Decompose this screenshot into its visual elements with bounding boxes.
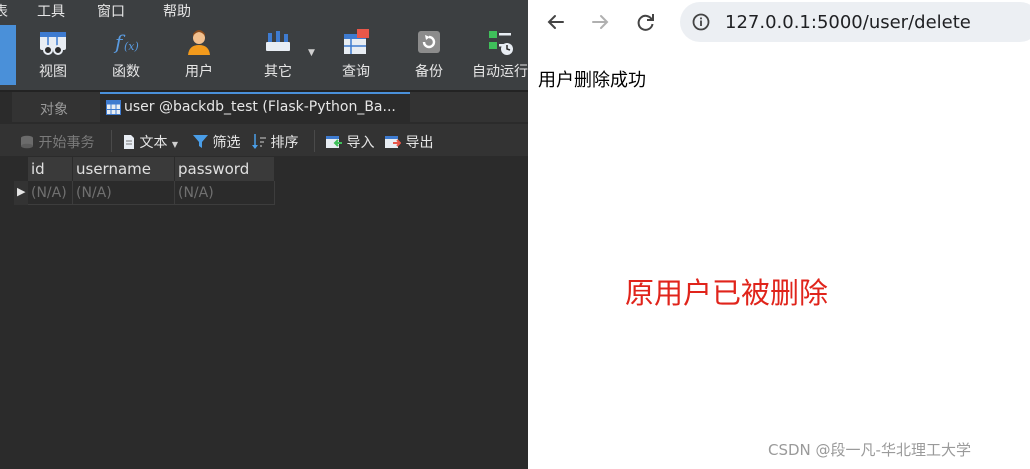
cell-password[interactable]: (N/A) <box>175 181 275 205</box>
sort-icon <box>252 134 270 151</box>
menu-help[interactable]: 帮助 <box>163 1 191 21</box>
begin-transaction-label: 开始事务 <box>38 135 95 151</box>
tab-user-table-label: user @backdb_test (Flask-Python_Ba... <box>124 99 396 115</box>
forward-button[interactable] <box>588 10 612 34</box>
toolbar-user-button[interactable]: 用户 <box>169 28 229 86</box>
export-icon <box>385 135 405 151</box>
table-icon <box>106 100 121 119</box>
tab-objects[interactable]: 对象 <box>40 99 68 119</box>
info-icon[interactable] <box>692 13 710 35</box>
toolbar-other-button[interactable]: 其它 ▼ <box>248 28 315 86</box>
cell-username[interactable]: (N/A) <box>73 181 175 205</box>
column-header-username[interactable]: username <box>73 157 175 181</box>
reload-icon <box>637 14 654 31</box>
text-view-label: 文本 <box>139 135 168 151</box>
column-header-id[interactable]: id <box>28 157 73 181</box>
toolbar-view-button[interactable]: 视图 <box>23 28 83 86</box>
filter-icon <box>193 135 212 151</box>
cell-id[interactable]: (N/A) <box>28 181 73 205</box>
delete-success-message: 用户删除成功 <box>538 70 646 91</box>
view-icon <box>39 28 67 56</box>
import-label: 导入 <box>346 135 375 151</box>
toolbar-separator <box>314 130 315 152</box>
arrow-right-icon <box>592 15 609 29</box>
toolbar-view-label: 视图 <box>39 64 67 80</box>
chevron-down-icon: ▼ <box>171 140 179 149</box>
row-marker[interactable]: ▶ <box>14 181 28 205</box>
back-button[interactable] <box>544 10 568 34</box>
import-icon <box>326 135 346 151</box>
toolbar-function-button[interactable]: f (x) 函数 <box>96 28 156 86</box>
toolbar-separator <box>111 130 112 152</box>
menu-bar: 表 工具 窗口 帮助 <box>0 0 528 20</box>
query-icon <box>342 28 370 56</box>
toolbar-function-label: 函数 <box>112 64 140 80</box>
filter-button[interactable]: 筛选 <box>193 132 240 152</box>
toolbar-query-label: 查询 <box>342 64 370 80</box>
backup-icon <box>415 28 443 56</box>
tab-bar: 对象 user @backdb_test (Flask-Python_Ba... <box>0 92 528 122</box>
menu-table[interactable]: 表 <box>0 1 8 21</box>
current-row-icon: ▶ <box>17 185 26 198</box>
filter-label: 筛选 <box>212 135 241 151</box>
autorun-icon <box>487 28 515 56</box>
reload-button[interactable] <box>634 10 658 34</box>
sort-label: 排序 <box>270 135 299 151</box>
grid-toolbar: 开始事务 文本 ▼ 筛选 排序 导入 导出 <box>0 124 528 156</box>
export-button[interactable]: 导出 <box>385 132 433 152</box>
import-button[interactable]: 导入 <box>326 132 374 152</box>
menu-tools[interactable]: 工具 <box>37 1 65 21</box>
page-body: 用户删除成功 原用户已被删除 CSDN @段一凡-华北理工大学 <box>528 44 1030 469</box>
toolbar-backup-button[interactable]: 备份 <box>399 28 459 86</box>
toolbar-query-button[interactable]: 查询 <box>326 28 386 86</box>
menu-window[interactable]: 窗口 <box>97 1 125 21</box>
export-label: 导出 <box>405 135 434 151</box>
sort-button[interactable]: 排序 <box>252 132 298 152</box>
toolbar-autorun-label: 自动运行 <box>472 64 528 80</box>
browser-toolbar: 127.0.0.1:5000/user/delete <box>528 0 1030 44</box>
toolbar-autorun-button[interactable]: 自动运行 <box>471 28 528 86</box>
watermark: CSDN @段一凡-华北理工大学 <box>768 441 971 459</box>
url-text: 127.0.0.1:5000/user/delete <box>725 12 971 33</box>
tab-bar-edge <box>0 92 12 122</box>
toolbar-user-label: 用户 <box>185 64 213 80</box>
navicat-window: 表 工具 窗口 帮助 视图 f (x) 函数 用户 其它 ▼ 查询 备份 自动运… <box>0 0 528 469</box>
function-icon: f (x) <box>112 28 140 56</box>
address-bar[interactable]: 127.0.0.1:5000/user/delete <box>680 2 1030 42</box>
annotation-text: 原用户已被删除 <box>625 276 829 310</box>
arrow-left-icon <box>547 15 564 29</box>
text-view-button[interactable]: 文本 ▼ <box>123 132 178 152</box>
document-icon <box>123 135 139 151</box>
tab-user-table[interactable]: user @backdb_test (Flask-Python_Ba... <box>100 92 410 122</box>
chevron-down-icon[interactable]: ▼ <box>308 48 315 58</box>
toolbar-backup-label: 备份 <box>415 64 443 80</box>
column-header-password[interactable]: password <box>175 157 275 181</box>
sidebar-accent <box>0 25 16 85</box>
data-grid: id username password ▶ (N/A) (N/A) (N/A) <box>14 157 528 469</box>
other-icon <box>264 28 292 56</box>
svg-text:(x): (x) <box>124 40 139 53</box>
toolbar-other-label: 其它 <box>264 64 292 80</box>
browser-window: 127.0.0.1:5000/user/delete 用户删除成功 原用户已被删… <box>528 0 1030 469</box>
user-icon <box>185 28 213 56</box>
main-toolbar: 视图 f (x) 函数 用户 其它 ▼ 查询 备份 自动运行 <box>0 20 528 90</box>
begin-transaction-button[interactable]: 开始事务 <box>20 132 94 152</box>
database-icon <box>20 135 38 151</box>
